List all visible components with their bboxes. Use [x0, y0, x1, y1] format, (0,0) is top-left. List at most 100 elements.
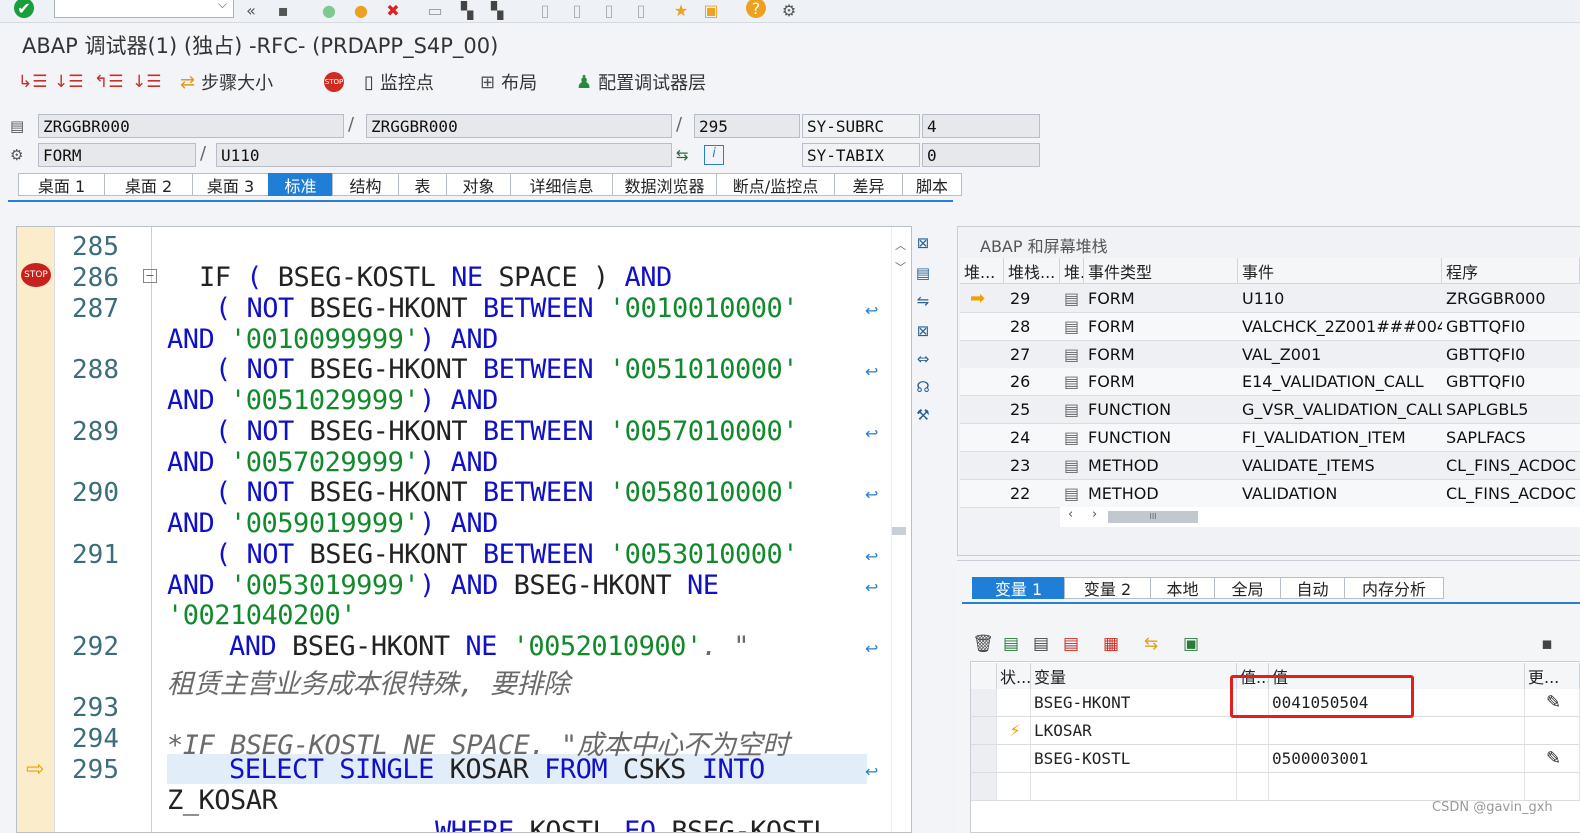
find-next-icon[interactable]: ▚: [486, 0, 508, 20]
save-variables-icon[interactable]: ▪: [1536, 634, 1558, 654]
prev-page-icon[interactable]: ▯: [566, 0, 588, 20]
tab-variables[interactable]: 内存分析: [1344, 577, 1444, 599]
exit-icon[interactable]: ●: [350, 0, 372, 20]
command-field[interactable]: ⌵: [54, 0, 234, 18]
back-icon[interactable]: «: [240, 0, 262, 20]
variable-name[interactable]: [1031, 773, 1237, 801]
source-code-editor[interactable]: STOP ⇨ − 285 286 287 288 289 290 291 292…: [16, 226, 912, 833]
stack-row[interactable]: 22 ▤ METHOD VALIDATION CL_FINS_ACDOC: [960, 479, 1580, 508]
breakpoint-icon[interactable]: STOP: [21, 263, 51, 287]
stack-row[interactable]: 25 ▤ FUNCTION G_VSR_VALIDATION_CALL SAPLGBL5: [960, 396, 1580, 425]
tab-desktop[interactable]: 脚本: [902, 173, 962, 196]
scroll-left-icon[interactable]: ‹: [1068, 507, 1073, 522]
execute-button[interactable]: ↓☰: [54, 68, 83, 96]
stack-row[interactable]: 24 ▤ FUNCTION FI_VALIDATION_ITEM SAPLFACS: [960, 424, 1580, 452]
tab-desktop[interactable]: 断点/监控点: [716, 173, 834, 196]
hscroll-thumb[interactable]: III: [1108, 511, 1198, 523]
scroll-up-icon[interactable]: ︿: [895, 237, 906, 253]
export-icon[interactable]: ▣: [1180, 634, 1202, 654]
tab-desktop[interactable]: 对象: [446, 173, 510, 196]
variable-name[interactable]: BSEG-HKONT: [1031, 689, 1237, 717]
nav-back-icon[interactable]: ●: [318, 0, 340, 20]
replace-tool-icon[interactable]: ⇋: [912, 290, 934, 312]
tab-variables[interactable]: 变量 1: [972, 577, 1064, 599]
stack-header-col[interactable]: 程序: [1442, 258, 1580, 284]
var-header-status[interactable]: 状...: [997, 663, 1031, 689]
tab-desktop[interactable]: 差异: [834, 173, 902, 196]
services-icon[interactable]: ☊: [912, 376, 934, 398]
variable-value[interactable]: 0500003001: [1269, 745, 1525, 773]
save-icon[interactable]: ▪: [272, 0, 294, 20]
enter-check-icon[interactable]: ✔: [14, 0, 34, 18]
return-button[interactable]: ↰☰: [94, 68, 123, 96]
variable-name[interactable]: BSEG-KOSTL: [1031, 745, 1237, 773]
watchpoint-button[interactable]: ▯ 监控点: [364, 68, 434, 96]
find-icon[interactable]: ▚: [456, 0, 478, 20]
config-layer-button[interactable]: ♟ 配置调试器层: [576, 68, 706, 96]
stack-header-col[interactable]: 堆...: [960, 258, 1004, 284]
tab-desktop[interactable]: 标准: [268, 173, 332, 196]
first-page-icon[interactable]: ▯: [534, 0, 556, 20]
settings-gear-icon[interactable]: ⚙: [778, 0, 800, 20]
tab-desktop[interactable]: 表: [398, 173, 446, 196]
stack-hscroll[interactable]: ‹ › III: [1060, 507, 1580, 527]
stack-row[interactable]: 23 ▤ METHOD VALIDATE_ITEMS CL_FINS_ACDOC: [960, 451, 1580, 480]
info-icon[interactable]: i: [704, 145, 724, 165]
table-icon[interactable]: ▦: [1100, 634, 1122, 654]
variable-row[interactable]: BSEG-KOSTL 0500003001 ✎: [971, 745, 1580, 773]
new-tool-icon[interactable]: ▤: [912, 262, 934, 284]
stack-row[interactable]: 27 ▤ FORM VAL_Z001 GBTTQFI0: [960, 340, 1580, 369]
tab-desktop[interactable]: 桌面 2: [104, 173, 192, 196]
print-icon[interactable]: ▭: [424, 0, 446, 20]
stack-header-col[interactable]: 堆.: [1060, 258, 1084, 284]
transfer-icon[interactable]: ⇆: [1140, 634, 1162, 654]
remove-row-icon[interactable]: ▤: [1060, 634, 1082, 654]
close-panel-icon[interactable]: ⊠: [912, 232, 934, 254]
last-page-icon[interactable]: ▯: [630, 0, 652, 20]
variable-value[interactable]: [1269, 773, 1525, 801]
tab-variables[interactable]: 全局: [1214, 577, 1280, 599]
scroll-down-icon[interactable]: ﹀: [895, 259, 906, 275]
tab-desktop[interactable]: 结构: [332, 173, 398, 196]
stack-row[interactable]: 26 ▤ FORM E14_VALIDATION_CALL GBTTQFI0: [960, 368, 1580, 397]
continue-button[interactable]: ↓☰: [132, 68, 161, 96]
edit-pencil-icon[interactable]: ✎: [1525, 745, 1580, 773]
stop-button[interactable]: STOP: [324, 68, 344, 96]
append-row-icon[interactable]: ▤: [1030, 634, 1052, 654]
breakpoint-gutter[interactable]: [17, 227, 55, 832]
stack-row[interactable]: 28 ▤ FORM VALCHCK_2Z001###004 GBTTQFI0: [960, 312, 1580, 341]
tab-desktop[interactable]: 桌面 3: [192, 173, 268, 196]
stack-row[interactable]: ➡ 29 ▤ FORM U110 ZRGGBR000: [960, 285, 1580, 313]
variable-value[interactable]: [1269, 717, 1525, 745]
stack-header-col[interactable]: 事件: [1238, 258, 1442, 284]
delete-icon[interactable]: 🗑: [972, 634, 994, 654]
step-size-button[interactable]: ⇄ 步骤大小: [180, 68, 273, 96]
maximize-icon[interactable]: ⊠: [912, 320, 934, 342]
tab-desktop[interactable]: 数据浏览器: [612, 173, 716, 196]
chevron-down-icon[interactable]: ⌵: [218, 0, 227, 12]
single-step-button[interactable]: ↳☰: [18, 68, 47, 96]
tab-variables[interactable]: 自动: [1280, 577, 1344, 599]
navigate-icon[interactable]: ⇆: [676, 146, 689, 164]
next-page-icon[interactable]: ▯: [598, 0, 620, 20]
tab-variables[interactable]: 变量 2: [1064, 577, 1150, 599]
edit-pencil-icon[interactable]: [1525, 717, 1580, 745]
stack-header-col[interactable]: 事件类型: [1084, 258, 1238, 284]
variable-row[interactable]: [971, 773, 1580, 801]
tool-settings-icon[interactable]: ⚒: [912, 404, 934, 426]
var-header-change[interactable]: 更...: [1525, 663, 1580, 689]
scroll-right-icon[interactable]: ›: [1092, 507, 1097, 522]
edit-pencil-icon[interactable]: ✎: [1525, 689, 1580, 717]
edit-pencil-icon[interactable]: [1525, 773, 1580, 801]
stack-header-col[interactable]: 堆栈...: [1004, 258, 1060, 284]
tab-desktop[interactable]: 桌面 1: [18, 173, 104, 196]
variable-name[interactable]: LKOSAR: [1031, 717, 1237, 745]
variable-row[interactable]: ⚡ LKOSAR: [971, 717, 1580, 745]
tab-variables[interactable]: 本地: [1150, 577, 1214, 599]
help-icon[interactable]: ?: [746, 0, 766, 18]
swap-icon[interactable]: ⇔: [912, 348, 934, 370]
tab-desktop[interactable]: 详细信息: [510, 173, 612, 196]
shortcut-icon[interactable]: ▣: [700, 0, 722, 20]
var-header-variable[interactable]: 变量: [1031, 663, 1237, 689]
fold-toggle-icon[interactable]: −: [143, 269, 157, 283]
